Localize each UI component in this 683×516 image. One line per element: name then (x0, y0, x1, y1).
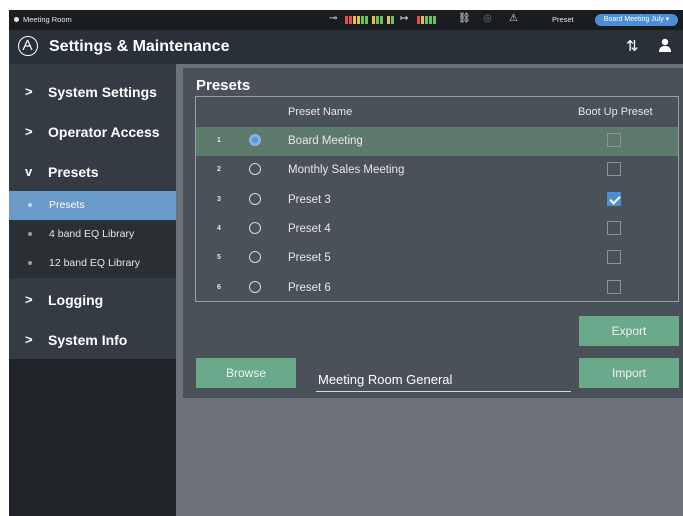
sidebar-item-label: Presets (48, 164, 99, 180)
dropdown-arrow-icon: ▾ (665, 16, 670, 23)
room-name: Meeting Room (23, 15, 72, 24)
preset-name: Monthly Sales Meeting (288, 164, 405, 177)
bullet-icon (28, 232, 32, 236)
export-button[interactable]: Export (579, 316, 679, 346)
input-meter-icon: ⊸ (329, 13, 338, 24)
warning-icon: ⚠ (509, 13, 518, 24)
sidebar-item-label: System Info (48, 332, 128, 348)
preset-radio[interactable] (249, 134, 261, 146)
preset-dropdown[interactable]: Board Meeting July ▾ (595, 14, 678, 26)
boot-up-checkbox[interactable] (607, 133, 621, 147)
chevron-right-icon: > (25, 332, 33, 347)
sidebar-subitem-label: 12 band EQ Library (49, 257, 141, 269)
column-header-name: Preset Name (288, 106, 353, 118)
presets-panel: Presets Preset Name Boot Up Preset 1 Boar… (183, 68, 683, 398)
file-name-field[interactable]: Meeting Room General (316, 370, 571, 392)
table-row[interactable]: 5 Preset 5 (196, 244, 678, 273)
link-icon: ⛓ (458, 13, 471, 24)
user-icon[interactable] (658, 38, 672, 57)
sidebar-subitem-12band-eq[interactable]: 12 band EQ Library (9, 249, 176, 278)
boot-up-checkbox[interactable] (607, 220, 621, 235)
page-title: Settings & Maintenance (49, 38, 230, 55)
boot-up-checkbox[interactable] (607, 162, 621, 177)
section-title: Presets (196, 77, 251, 94)
row-number: 1 (217, 137, 221, 144)
app-window: Meeting Room ⊸ ↦ ⛓ ◎ ⚠ Preset Board Meet… (9, 10, 683, 516)
chevron-right-icon: > (25, 292, 33, 307)
table-row[interactable]: 2 Monthly Sales Meeting (196, 156, 678, 185)
row-number: 4 (217, 224, 221, 232)
row-number: 6 (217, 283, 221, 291)
browse-button[interactable]: Browse (196, 358, 296, 388)
column-header-boot: Boot Up Preset (578, 106, 653, 118)
sidebar-subitem-label: Presets (49, 199, 85, 211)
sidebar-subitem-label: 4 band EQ Library (49, 228, 135, 240)
presets-table: Preset Name Boot Up Preset 1 Board Meetin… (195, 96, 679, 302)
table-row[interactable]: 1 Board Meeting (196, 127, 678, 156)
sidebar-item-label: System Settings (48, 84, 157, 100)
preset-radio[interactable] (249, 163, 261, 176)
wireless-icon: ◎ (483, 13, 492, 24)
output-level-meter (417, 16, 436, 24)
output-meter-icon: ↦ (400, 13, 409, 24)
sidebar-item-label: Logging (48, 292, 104, 308)
import-button[interactable]: Import (579, 358, 679, 388)
table-row[interactable]: 6 Preset 6 (196, 274, 678, 303)
preset-name: Preset 4 (288, 222, 331, 235)
table-row[interactable]: 4 Preset 4 (196, 215, 678, 244)
bullet-icon (28, 203, 32, 207)
boot-up-checkbox[interactable] (607, 191, 621, 206)
table-row[interactable]: 3 Preset 3 (196, 186, 678, 215)
preset-name: Preset 3 (288, 193, 331, 206)
preset-radio[interactable] (249, 192, 261, 205)
table-header: Preset Name Boot Up Preset (196, 97, 678, 127)
row-number: 3 (217, 195, 221, 203)
sidebar-item-label: Operator Access (48, 124, 160, 140)
preset-label: Preset (552, 15, 574, 24)
status-dot-icon (14, 17, 19, 22)
preset-dropdown-value: Board Meeting July (603, 16, 664, 23)
preset-radio[interactable] (249, 251, 261, 264)
boot-up-checkbox[interactable] (607, 279, 621, 294)
app-header: Settings & Maintenance ⇅ (9, 30, 683, 64)
main-content: Presets Preset Name Boot Up Preset 1 Boar… (176, 64, 683, 516)
row-number: 2 (217, 166, 221, 174)
bullet-icon (28, 261, 32, 265)
sidebar-subitem-presets[interactable]: Presets (9, 191, 176, 220)
sidebar: > System Settings > Operator Access v Pr… (9, 64, 176, 516)
boot-up-checkbox[interactable] (607, 250, 621, 265)
input-level-meter (345, 16, 394, 24)
preset-name: Preset 6 (288, 281, 331, 294)
audio-technica-logo (18, 36, 38, 56)
sidebar-subitem-4band-eq[interactable]: 4 band EQ Library (9, 220, 176, 249)
mixer-settings-icon[interactable]: ⇅ (626, 37, 639, 55)
preset-radio[interactable] (249, 280, 261, 293)
status-bar: Meeting Room ⊸ ↦ ⛓ ◎ ⚠ Preset Board Meet… (9, 10, 683, 30)
chevron-right-icon: > (25, 124, 33, 139)
file-name-value: Meeting Room General (318, 372, 453, 387)
chevron-down-icon: v (25, 164, 33, 179)
preset-name: Board Meeting (288, 135, 363, 147)
chevron-right-icon: > (25, 84, 33, 99)
row-number: 5 (217, 254, 221, 262)
preset-radio[interactable] (249, 221, 261, 234)
preset-name: Preset 5 (288, 252, 331, 265)
